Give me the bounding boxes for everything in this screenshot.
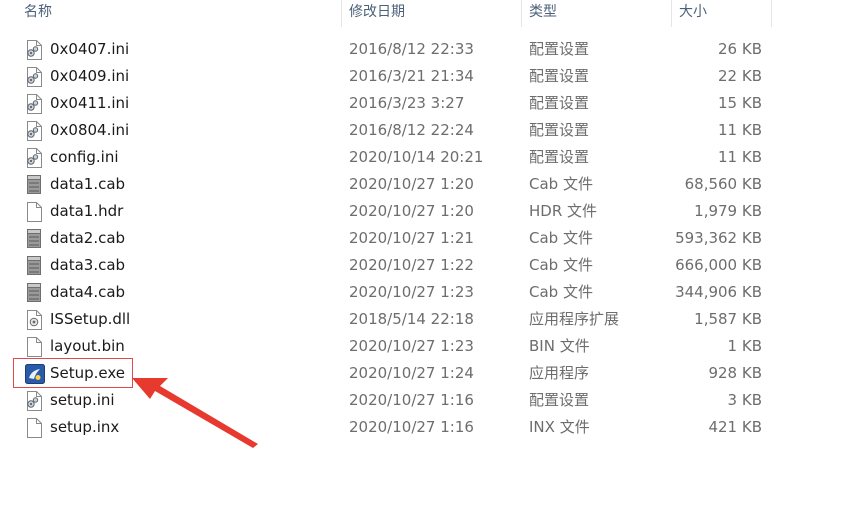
file-explorer-details-view: 名称 修改日期 类型 大小 0x0407.ini 2016/8/12 22:33…	[0, 0, 844, 531]
annotation-arrow	[132, 378, 258, 448]
red-arrow-pointer	[132, 378, 258, 448]
